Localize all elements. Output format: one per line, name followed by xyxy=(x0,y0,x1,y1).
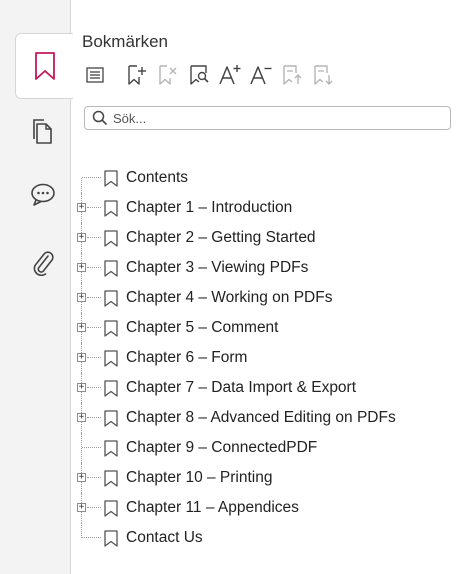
tree-connector xyxy=(87,297,101,298)
pages-icon xyxy=(33,119,52,144)
tree-connector xyxy=(82,177,101,178)
bookmark-icon xyxy=(104,380,118,397)
bookmark-row-chapter-5[interactable]: + Chapter 5 – Comment xyxy=(71,313,456,343)
bookmark-icon xyxy=(104,290,118,307)
bookmark-tree: Contents + Chapter 1 – Introduction + Chap… xyxy=(71,163,456,553)
expand-toggle-icon[interactable]: + xyxy=(77,473,86,482)
tree-connector xyxy=(87,207,101,208)
bookmark-row-chapter-1[interactable]: + Chapter 1 – Introduction xyxy=(71,193,456,223)
bookmark-label: Chapter 5 – Comment xyxy=(126,319,279,336)
move-up-icon xyxy=(283,65,302,85)
bookmark-label: Chapter 3 – Viewing PDFs xyxy=(126,259,309,276)
bookmark-label: Contact Us xyxy=(126,529,203,546)
tree-connector xyxy=(87,477,101,478)
decrease-font-icon xyxy=(250,66,272,85)
find-bookmark-icon xyxy=(190,65,209,85)
bookmark-icon xyxy=(104,530,118,547)
bookmark-label: Chapter 8 – Advanced Editing on PDFs xyxy=(126,409,396,426)
bookmark-row-chapter-4[interactable]: + Chapter 4 – Working on PDFs xyxy=(71,283,456,313)
tree-connector xyxy=(87,357,101,358)
bookmark-label: Chapter 11 – Appendices xyxy=(126,499,299,516)
expand-toggle-icon[interactable]: + xyxy=(77,383,86,392)
bookmark-search-box[interactable] xyxy=(84,106,451,130)
bookmark-icon xyxy=(104,440,118,457)
tree-connector xyxy=(87,267,101,268)
bookmark-row-chapter-10[interactable]: + Chapter 10 – Printing xyxy=(71,463,456,493)
bookmark-row-chapter-6[interactable]: + Chapter 6 – Form xyxy=(71,343,456,373)
add-bookmark-icon xyxy=(128,65,146,85)
bookmark-row-chapter-2[interactable]: + Chapter 2 – Getting Started xyxy=(71,223,456,253)
bookmark-label: Chapter 1 – Introduction xyxy=(126,199,293,216)
bookmark-icon xyxy=(104,170,118,187)
bookmark-label: Chapter 10 – Printing xyxy=(126,469,273,486)
move-up-button[interactable] xyxy=(279,62,305,88)
bookmark-row-contact-us[interactable]: Contact Us xyxy=(71,523,456,553)
expand-toggle-icon[interactable]: + xyxy=(77,503,86,512)
bookmark-row-chapter-8[interactable]: + Chapter 8 – Advanced Editing on PDFs xyxy=(71,403,456,433)
bookmark-icon xyxy=(104,260,118,277)
bookmark-icon xyxy=(104,500,118,517)
expand-toggle-icon[interactable]: + xyxy=(77,293,86,302)
tree-connector xyxy=(87,387,101,388)
tree-connector xyxy=(87,507,101,508)
panel-title: Bokmärken xyxy=(82,32,168,51)
delete-bookmark-button[interactable] xyxy=(155,62,181,88)
bookmark-label: Contents xyxy=(126,169,189,186)
expand-toggle-icon[interactable]: + xyxy=(77,413,86,422)
tree-connector xyxy=(82,537,101,538)
bookmark-icon xyxy=(104,470,118,487)
left-navigation-rail xyxy=(0,0,73,574)
tree-connector xyxy=(87,327,101,328)
tree-connector xyxy=(87,417,101,418)
bookmark-icon xyxy=(34,52,55,80)
bookmarks-tab[interactable] xyxy=(15,33,73,99)
decrease-font-button[interactable] xyxy=(248,62,274,88)
pages-tab[interactable] xyxy=(16,100,70,164)
tree-connector xyxy=(81,433,82,463)
move-down-icon xyxy=(314,65,333,85)
bookmark-row-chapter-7[interactable]: + Chapter 7 – Data Import & Export xyxy=(71,373,456,403)
tree-connector xyxy=(81,178,82,193)
expand-collapse-button[interactable] xyxy=(82,62,108,88)
bookmark-search-input[interactable] xyxy=(113,110,433,126)
add-bookmark-button[interactable] xyxy=(124,62,150,88)
bookmark-row-contents[interactable]: Contents xyxy=(71,163,456,193)
bookmark-icon xyxy=(104,200,118,217)
find-bookmark-button[interactable] xyxy=(186,62,212,88)
comments-tab[interactable] xyxy=(16,163,70,227)
bookmark-icon xyxy=(104,320,118,337)
move-down-button[interactable] xyxy=(310,62,336,88)
expand-toggle-icon[interactable]: + xyxy=(77,323,86,332)
tree-connector xyxy=(82,447,101,448)
expand-toggle-icon[interactable]: + xyxy=(77,353,86,362)
search-icon xyxy=(92,110,108,126)
expand-collapse-icon xyxy=(86,67,104,83)
expand-toggle-icon[interactable]: + xyxy=(77,203,86,212)
bookmarks-panel: Bokmärken Contents +Chapter xyxy=(71,0,459,574)
tree-connector xyxy=(87,237,101,238)
expand-toggle-icon[interactable]: + xyxy=(77,233,86,242)
bookmark-icon xyxy=(104,350,118,367)
comment-icon xyxy=(31,183,55,206)
increase-font-icon xyxy=(219,65,241,85)
delete-bookmark-icon xyxy=(159,65,177,85)
increase-font-button[interactable] xyxy=(217,62,243,88)
bookmark-row-chapter-3[interactable]: + Chapter 3 – Viewing PDFs xyxy=(71,253,456,283)
bookmark-toolbar xyxy=(82,62,341,88)
bookmark-label: Chapter 2 – Getting Started xyxy=(126,229,316,246)
bookmark-row-chapter-11[interactable]: + Chapter 11 – Appendices xyxy=(71,493,456,523)
bookmark-row-chapter-9[interactable]: Chapter 9 – ConnectedPDF xyxy=(71,433,456,463)
expand-toggle-icon[interactable]: + xyxy=(77,263,86,272)
bookmark-label: Chapter 9 – ConnectedPDF xyxy=(126,439,318,456)
tree-connector xyxy=(81,523,82,538)
attachments-tab[interactable] xyxy=(16,230,70,294)
attachment-icon xyxy=(33,251,54,276)
bookmark-icon xyxy=(104,230,118,247)
bookmark-icon xyxy=(104,410,118,427)
bookmark-label: Chapter 6 – Form xyxy=(126,349,248,366)
bookmark-label: Chapter 7 – Data Import & Export xyxy=(126,379,357,396)
bookmark-label: Chapter 4 – Working on PDFs xyxy=(126,289,333,306)
